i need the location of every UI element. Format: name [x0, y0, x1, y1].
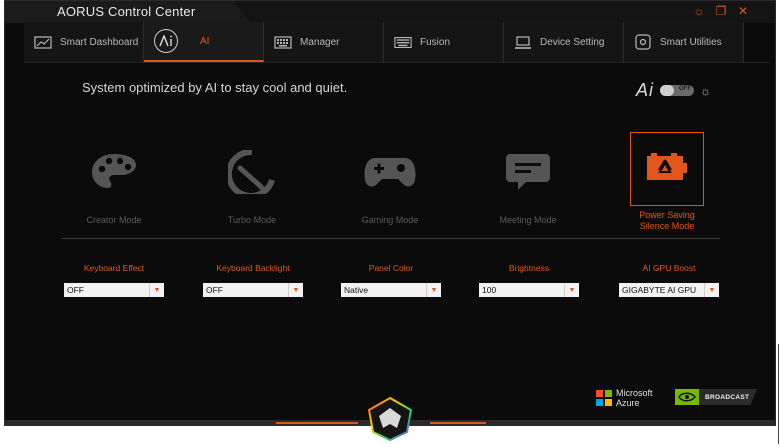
ai-toggle-switch[interactable]: OFF [660, 85, 695, 96]
restore-icon[interactable]: ❐ [715, 4, 727, 18]
nvidia-broadcast-logo: BROADCAST [675, 389, 757, 405]
mode-meeting[interactable]: Meeting Mode [468, 132, 588, 232]
mode-turbo[interactable]: Turbo Mode [192, 132, 312, 232]
setting-ai-gpu-boost: AI GPU Boost GIGABYTE AI GPU ▼ [619, 263, 719, 297]
chat-bubble-icon [498, 142, 558, 202]
tab-manager[interactable]: Manager [264, 22, 384, 62]
keyboard-effect-select[interactable]: OFF ▼ [64, 283, 164, 297]
mode-label: Power Saving Silence Mode [639, 210, 695, 231]
microsoft-grid-icon [596, 390, 612, 406]
keyboard-backlight-select[interactable]: OFF ▼ [203, 283, 303, 297]
title-bar: AORUS Control Center ☼ ❐ ✕ [5, 1, 775, 23]
window-controls: ☼ ❐ ✕ [693, 4, 749, 18]
ai-icon [154, 29, 178, 53]
select-value: 100 [482, 285, 497, 295]
toggle-state-label: OFF [679, 86, 692, 92]
tab-ai[interactable]: AI [144, 22, 264, 62]
toggle-knob [660, 85, 675, 96]
tab-label: AI [200, 35, 210, 47]
main-tabs: Smart Dashboard AI Manager Fusion Device… [24, 22, 770, 62]
edge-divider [778, 344, 779, 444]
keyboard-icon [274, 35, 292, 49]
microsoft-text: Microsoft [616, 388, 653, 398]
close-icon[interactable]: ✕ [737, 4, 749, 18]
tabs-divider [24, 62, 770, 63]
setting-label: AI GPU Boost [642, 263, 696, 273]
microsoft-azure-logo: Microsoft Azure [596, 388, 653, 408]
palette-icon [84, 142, 144, 202]
eco-battery-icon [645, 152, 689, 187]
mode-label: Creator Mode [86, 215, 142, 225]
mode-label: Gaming Mode [361, 215, 419, 225]
mode-creator[interactable]: Creator Mode [54, 132, 174, 232]
setting-keyboard-backlight: Keyboard Backlight OFF ▼ [203, 263, 303, 297]
mode-gaming[interactable]: Gaming Mode [330, 132, 450, 232]
app-title: AORUS Control Center [57, 4, 196, 19]
select-value: GIGABYTE AI GPU [622, 285, 697, 295]
ai-gpu-boost-select[interactable]: GIGABYTE AI GPU ▼ [619, 283, 719, 297]
laptop-icon [514, 35, 532, 49]
brightness-select[interactable]: 100 ▼ [479, 283, 579, 297]
bottom-accent-left [276, 422, 358, 424]
setting-label: Keyboard Effect [83, 263, 145, 273]
ai-status-headline: System optimized by AI to stay cool and … [82, 80, 348, 95]
broadcast-text: BROADCAST [705, 393, 750, 401]
chevron-down-icon: ▼ [704, 283, 719, 297]
utilities-icon [634, 34, 652, 50]
fusion-keyboard-icon [394, 35, 412, 49]
selected-mode-frame [630, 132, 704, 206]
chevron-down-icon: ▼ [288, 283, 303, 297]
modes-divider [62, 238, 720, 239]
ai-settings-icon[interactable]: ☼ [700, 84, 711, 98]
setting-label: Brightness [508, 263, 550, 273]
speedometer-icon [222, 142, 282, 202]
tab-fusion[interactable]: Fusion [384, 22, 504, 62]
microsoft-azure-text: Microsoft Azure [616, 388, 653, 408]
tab-label: Smart Utilities [660, 36, 722, 48]
chevron-down-icon: ▼ [149, 283, 164, 297]
setting-keyboard-effect: Keyboard Effect OFF ▼ [64, 263, 164, 297]
tab-label: Device Setting [540, 36, 605, 48]
tab-label: Fusion [420, 36, 451, 48]
tab-device-setting[interactable]: Device Setting [504, 22, 624, 62]
tab-smart-utilities[interactable]: Smart Utilities [624, 22, 744, 62]
setting-label: Panel Color [368, 263, 414, 273]
aorus-emblem-icon [367, 396, 413, 442]
settings-sun-icon[interactable]: ☼ [693, 4, 705, 18]
select-value: Native [344, 285, 369, 295]
mode-power-saving[interactable]: Power Saving Silence Mode [607, 132, 727, 232]
azure-text: Azure [616, 398, 640, 408]
tab-label: Manager [300, 36, 340, 48]
setting-brightness: Brightness 100 ▼ [479, 263, 579, 297]
ai-logo: Ai [636, 80, 655, 100]
setting-label: Keyboard Backlight [216, 263, 290, 273]
select-value: OFF [67, 285, 84, 295]
ai-toggle-group: Ai OFF ☼ [636, 80, 711, 101]
chevron-down-icon: ▼ [426, 283, 441, 297]
dashboard-icon [34, 35, 52, 49]
chevron-down-icon: ▼ [564, 283, 579, 297]
bottom-accent-right [430, 422, 486, 424]
panel-color-select[interactable]: Native ▼ [341, 283, 441, 297]
gamepad-icon [360, 142, 420, 202]
mode-label: Meeting Mode [499, 215, 557, 225]
mode-label: Turbo Mode [227, 215, 277, 225]
tab-smart-dashboard[interactable]: Smart Dashboard [24, 22, 144, 62]
select-value: OFF [206, 285, 223, 295]
nvidia-eye-icon [675, 389, 699, 405]
setting-panel-color: Panel Color Native ▼ [341, 263, 441, 297]
tab-label: Smart Dashboard [60, 36, 139, 48]
